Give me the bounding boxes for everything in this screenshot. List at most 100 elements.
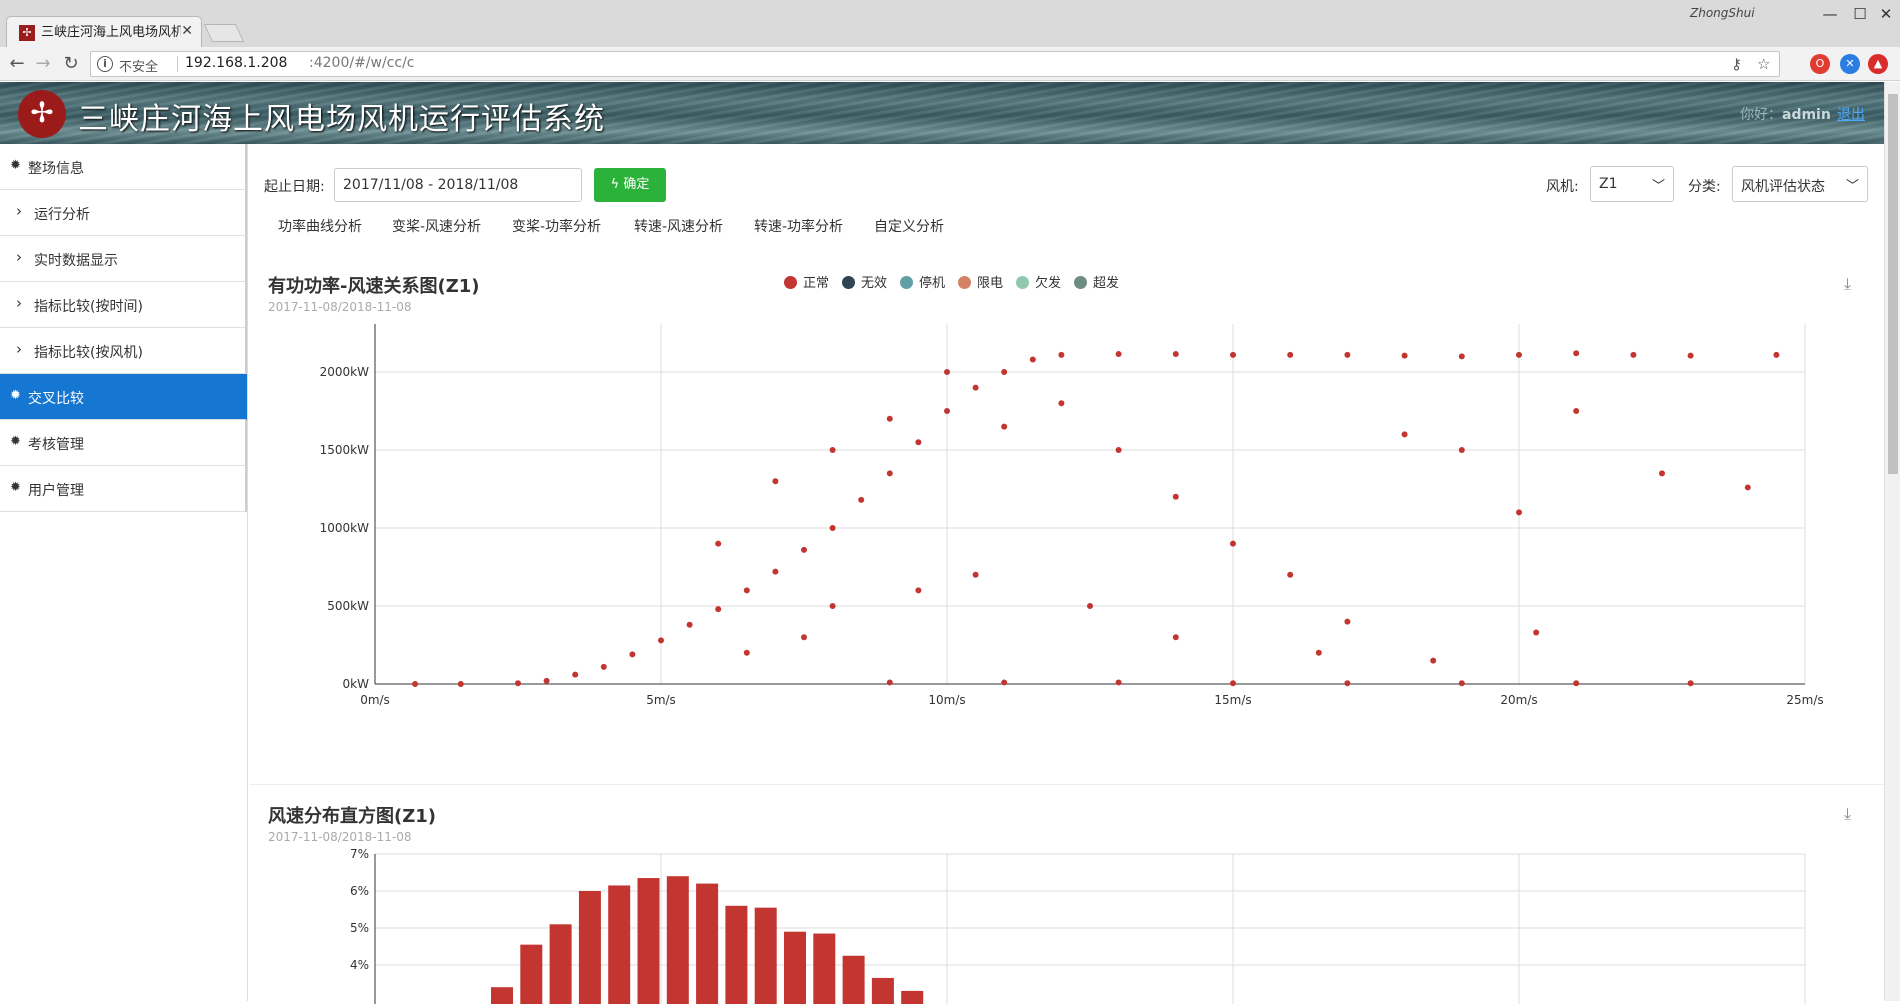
tab-power-curve[interactable]: 功率曲线分析: [278, 216, 362, 236]
scatter-point: [772, 478, 779, 485]
legend-label: 超发: [1093, 276, 1120, 291]
profile-name[interactable]: ZhongShui: [1690, 6, 1755, 20]
histogram-bar: [813, 933, 836, 1004]
y-tick-label: 4%: [350, 958, 369, 972]
scatter-point: [886, 415, 893, 422]
category-select[interactable]: 风机评估状态 ﹀: [1732, 166, 1868, 202]
scatter-point: [1287, 351, 1294, 358]
page-scrollbar[interactable]: [1884, 82, 1900, 1001]
scatter-point: [715, 540, 722, 547]
date-label: 起止日期:: [264, 179, 325, 195]
extension-icon[interactable]: ▲: [1868, 54, 1888, 74]
legend-item[interactable]: 欠发: [1016, 272, 1061, 291]
legend-dot: [1074, 276, 1087, 289]
greeting: 你好：admin: [1740, 104, 1831, 124]
sidebar-item-label: 指标比较(按风机): [34, 345, 143, 361]
scatter-point: [743, 649, 750, 656]
scatter-point: [829, 525, 836, 531]
scatter-point: [715, 606, 722, 613]
scatter-point: [886, 470, 893, 477]
window-close-icon[interactable]: ✕: [1866, 2, 1900, 26]
legend-dot: [842, 276, 855, 289]
x-tick-label: 25m/s: [1786, 693, 1823, 707]
tab-speed-wind[interactable]: 转速-风速分析: [634, 216, 723, 236]
scatter-point: [858, 496, 865, 503]
y-tick-label: 1000kW: [320, 521, 369, 535]
scatter-point: [1344, 351, 1351, 358]
download-icon[interactable]: ⤓: [1844, 274, 1851, 294]
scatter-point: [1315, 649, 1322, 656]
sidebar-item-realtime-data[interactable]: › 实时数据显示: [0, 236, 247, 282]
tab-pitch-power[interactable]: 变桨-功率分析: [512, 216, 601, 236]
sidebar-item-cross-compare[interactable]: ✹ 交叉比较: [0, 374, 247, 420]
extension-icon[interactable]: ✕: [1840, 54, 1860, 74]
scatter-chart: 0m/s 0kW 5m/s 500kW 10m/s 1000kW 15m/s 1500kW 20…: [320, 324, 1824, 707]
sidebar-item-operation-analysis[interactable]: › 运行分析: [0, 190, 247, 236]
scatter-point: [743, 587, 750, 594]
scatter-point: [1573, 350, 1580, 357]
legend-item[interactable]: 限电: [958, 272, 1003, 291]
scatter-point: [629, 651, 636, 658]
tab-custom[interactable]: 自定义分析: [874, 216, 944, 236]
histogram-bar: [871, 977, 894, 1004]
sidebar-item-compare-by-time[interactable]: › 指标比较(按时间): [0, 282, 247, 328]
sidebar-item-compare-by-turbine[interactable]: › 指标比较(按风机): [0, 328, 247, 374]
scatter-point: [1087, 603, 1093, 609]
logout-link[interactable]: 退出: [1837, 104, 1865, 124]
opera-extension-icon[interactable]: O: [1810, 54, 1830, 74]
scatter-point: [1573, 408, 1580, 414]
scroll-thumb[interactable]: [1888, 94, 1898, 474]
greeting-label: 你好：: [1740, 107, 1782, 123]
turbine-value: Z1: [1599, 176, 1618, 192]
legend-item[interactable]: 停机: [900, 272, 945, 291]
sidebar-item-label: 实时数据显示: [34, 253, 118, 269]
legend-item[interactable]: 正常: [784, 272, 829, 291]
sidebar-item-label: 整场信息: [28, 161, 84, 177]
main-content: 起止日期: ϟ 确定 风机: Z1 ﹀ 分类: 风机评估状态 ﹀ 功率曲线分析 变桨…: [250, 144, 1884, 1004]
confirm-button[interactable]: ϟ 确定: [594, 168, 666, 202]
date-range-input[interactable]: [334, 168, 582, 202]
histogram-bar: [666, 876, 689, 1004]
scatter-point: [1401, 431, 1408, 438]
sidebar-item-assessment[interactable]: ✹ 考核管理: [0, 420, 247, 466]
back-icon[interactable]: ←: [6, 53, 28, 75]
bookmark-star-icon[interactable]: ☆: [1757, 55, 1770, 73]
scatter-point: [658, 637, 664, 644]
scatter-point: [686, 621, 693, 628]
x-tick-label: 15m/s: [1214, 693, 1251, 707]
scatter-point: [1458, 680, 1465, 687]
scatter-point: [829, 603, 836, 609]
gear-icon: ✹: [10, 480, 21, 495]
scatter-point: [1029, 356, 1036, 363]
app-title: 三峡庄河海上风电场风机运行评估系统: [78, 102, 605, 137]
legend-dot: [900, 276, 913, 289]
scatter-point: [1573, 680, 1580, 687]
forward-icon[interactable]: →: [32, 53, 54, 75]
sidebar-item-overview[interactable]: ✹ 整场信息: [0, 144, 247, 190]
scatter-point: [1230, 540, 1236, 547]
sidebar-item-users[interactable]: ✹ 用户管理: [0, 466, 247, 512]
download-icon[interactable]: ⤓: [1844, 804, 1851, 824]
scatter-point: [1230, 680, 1236, 687]
legend-item[interactable]: 无效: [842, 272, 887, 291]
key-icon[interactable]: ⚷: [1731, 55, 1742, 73]
omnibox-divider: [177, 56, 178, 72]
turbine-select[interactable]: Z1 ﹀: [1590, 166, 1674, 202]
scatter-point: [1115, 447, 1122, 453]
new-tab-button[interactable]: [203, 24, 245, 42]
browser-tab[interactable]: ✢ 三峡庄河海上风电场风机 ✕: [6, 16, 202, 48]
tab-pitch-wind[interactable]: 变桨-风速分析: [392, 216, 481, 236]
address-bar[interactable]: i 不安全 192.168.1.208 :4200/#/w/cc/c ☆ ⚷: [90, 51, 1780, 77]
chevron-down-icon: ﹀: [1845, 179, 1859, 194]
info-icon[interactable]: i: [97, 56, 113, 72]
reload-icon[interactable]: ↻: [60, 53, 82, 75]
scatter-point: [1172, 493, 1179, 500]
close-tab-icon[interactable]: ✕: [181, 23, 193, 39]
tab-speed-power[interactable]: 转速-功率分析: [754, 216, 843, 236]
y-tick-label: 6%: [350, 884, 369, 898]
legend-item[interactable]: 超发: [1074, 272, 1119, 291]
y-tick-label: 5%: [350, 921, 369, 935]
sidebar-item-label: 运行分析: [34, 207, 90, 223]
scatter-point: [915, 439, 922, 446]
legend-dot: [784, 276, 797, 289]
